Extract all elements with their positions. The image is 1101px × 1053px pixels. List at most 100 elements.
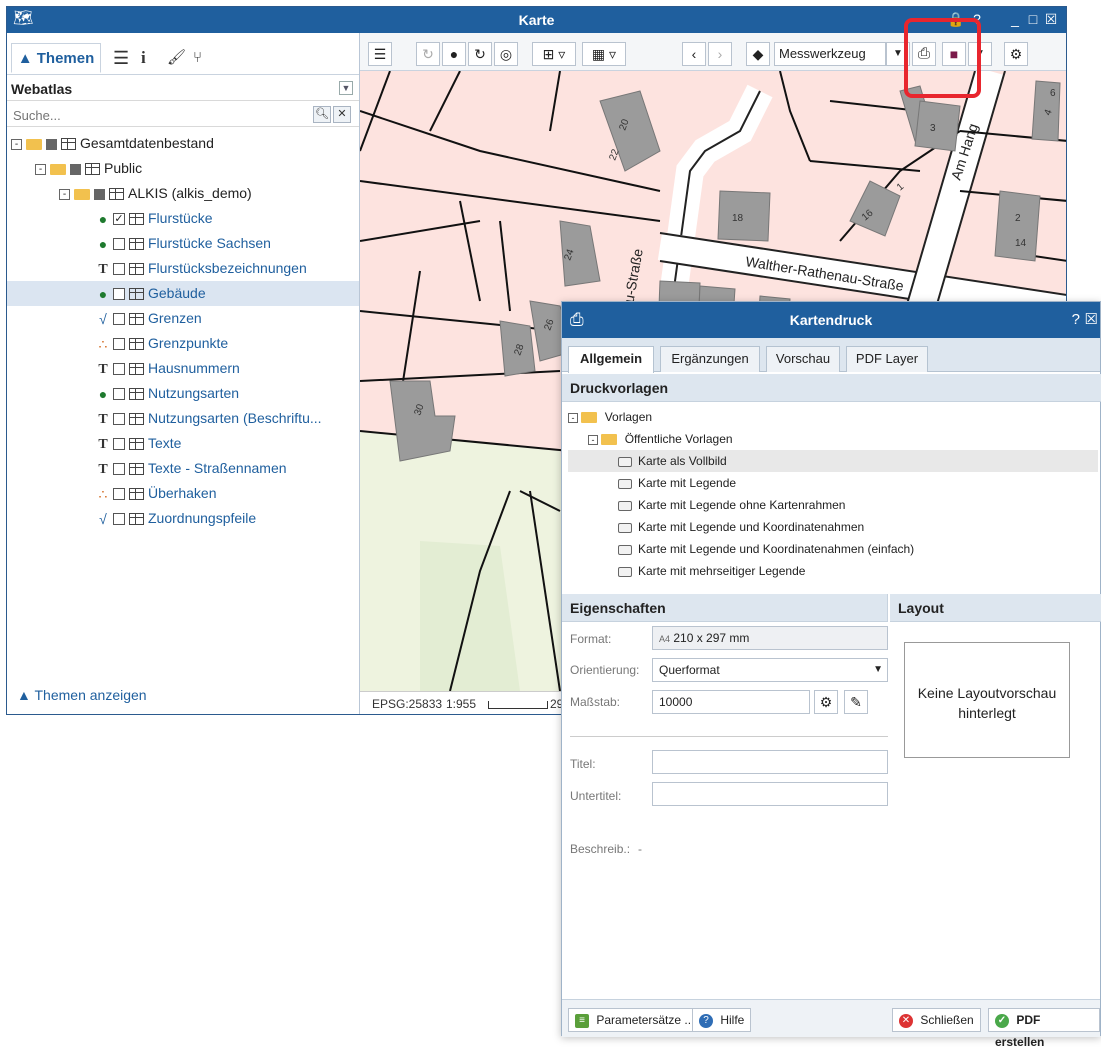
- help-button[interactable]: ? Hilfe: [692, 1008, 752, 1032]
- layer-list-icon[interactable]: ☰: [368, 42, 392, 66]
- dialog-footer: ≡ Parametersätze ... ▼ ? Hilfe ✕ Schließ…: [562, 999, 1100, 1049]
- printer-icon: [618, 544, 632, 555]
- tree-layer[interactable]: ● Nutzungsarten: [7, 381, 359, 406]
- template-item[interactable]: Karte mit Legende und Koordinatenahmen: [568, 516, 1098, 538]
- layout-header: Layout: [890, 594, 1101, 622]
- table-icon: [61, 138, 76, 151]
- collapse-icon[interactable]: -: [59, 188, 70, 200]
- tree-group[interactable]: - ALKIS (alkis_demo): [7, 181, 359, 206]
- close-icon[interactable]: ☒: [1043, 11, 1059, 27]
- template-item[interactable]: Karte als Vollbild: [568, 450, 1098, 472]
- grid-tool-dropdown[interactable]: ▦ ▿: [582, 42, 626, 66]
- pipette-icon[interactable]: ✎: [844, 690, 868, 714]
- tab-themes[interactable]: ▲ Themen: [11, 43, 101, 73]
- settings-icon[interactable]: ⚙: [814, 690, 838, 714]
- collapse-icon[interactable]: -: [11, 138, 22, 150]
- tree-layer[interactable]: T Nutzungsarten (Beschriftu...: [7, 406, 359, 431]
- tree-layer[interactable]: ∴ Grenzpunkte: [7, 331, 359, 356]
- chevron-down-icon[interactable]: ▼: [339, 81, 353, 95]
- layer-checkbox[interactable]: [113, 338, 125, 351]
- locate-icon[interactable]: ◎: [494, 42, 518, 66]
- info-icon[interactable]: i: [141, 43, 146, 73]
- maximize-icon[interactable]: □: [1025, 11, 1041, 27]
- back-icon[interactable]: ‹: [682, 42, 706, 66]
- tree-layer[interactable]: √ Zuordnungspfeile: [7, 506, 359, 531]
- close-icon[interactable]: ☒: [1085, 310, 1098, 328]
- format-field: A4 210 x 297 mm: [652, 626, 888, 650]
- layer-checkbox[interactable]: [113, 238, 125, 251]
- forward-icon: ›: [708, 42, 732, 66]
- tree-label: Public: [104, 160, 143, 176]
- globe-icon[interactable]: ●: [442, 42, 466, 66]
- brush-icon[interactable]: 🖌: [167, 43, 186, 73]
- tree-layer[interactable]: T Hausnummern: [7, 356, 359, 381]
- orientation-label: Orientierung:: [570, 663, 640, 677]
- layer-label: Texte - Straßennamen: [148, 460, 287, 476]
- tree-group[interactable]: - Public: [7, 156, 359, 181]
- tab-ergaenzungen[interactable]: Ergänzungen: [660, 346, 760, 372]
- template-item[interactable]: Karte mit Legende ohne Kartenrahmen: [568, 494, 1098, 516]
- create-pdf-button[interactable]: ✓ PDF erstellen: [988, 1008, 1100, 1049]
- layer-label: Grenzen: [148, 310, 202, 326]
- line-icon: √: [99, 310, 107, 327]
- scale-input[interactable]: 10000: [652, 690, 810, 714]
- subtitle-input[interactable]: [652, 782, 888, 806]
- measure-tool-select[interactable]: Messwerkzeug: [774, 42, 886, 66]
- title-input[interactable]: [652, 750, 888, 774]
- layer-checkbox[interactable]: [113, 288, 125, 301]
- chevron-down-icon: ▼: [873, 664, 883, 675]
- tree-layer[interactable]: √ Grenzen: [7, 306, 359, 331]
- layer-label: Nutzungsarten (Beschriftu...: [148, 410, 322, 426]
- layer-checkbox[interactable]: [113, 313, 125, 326]
- svg-text:2: 2: [1015, 213, 1021, 224]
- tree-layer[interactable]: ∴ Überhaken: [7, 481, 359, 506]
- refresh-icon[interactable]: ↻: [468, 42, 492, 66]
- list-icon[interactable]: ☰: [113, 43, 129, 73]
- layer-checkbox[interactable]: ✓: [113, 213, 125, 226]
- tree-layer[interactable]: ● ✓ Flurstücke: [7, 206, 359, 231]
- tree-layer[interactable]: ● Flurstücke Sachsen: [7, 231, 359, 256]
- search-input[interactable]: [11, 106, 301, 124]
- collapse-icon[interactable]: -: [35, 163, 46, 175]
- table-icon: [129, 438, 144, 451]
- dialog-title-bar[interactable]: ⎙ Kartendruck ? ☒: [562, 302, 1100, 338]
- tab-vorschau[interactable]: Vorschau: [766, 346, 840, 372]
- eraser-icon[interactable]: ◆: [746, 42, 770, 66]
- print-dialog: ⎙ Kartendruck ? ☒ Allgemein Ergänzungen …: [561, 301, 1101, 1049]
- layer-checkbox[interactable]: [113, 363, 125, 376]
- table-icon: [129, 338, 144, 351]
- sub-folder[interactable]: - Öffentliche Vorlagen: [568, 428, 1098, 450]
- tree-group[interactable]: - Gesamtdatenbestand: [7, 131, 359, 156]
- table-icon: [129, 388, 144, 401]
- layer-checkbox[interactable]: [113, 438, 125, 451]
- layer-checkbox[interactable]: [113, 463, 125, 476]
- layer-checkbox[interactable]: [113, 488, 125, 501]
- minimize-icon[interactable]: _: [1007, 11, 1023, 27]
- layer-checkbox[interactable]: [113, 513, 125, 526]
- clear-icon[interactable]: ✕: [333, 106, 351, 123]
- share-icon[interactable]: ⚙: [1004, 42, 1028, 66]
- template-item[interactable]: Karte mit mehrseitiger Legende: [568, 560, 1098, 582]
- tree-layer[interactable]: T Texte - Straßennamen: [7, 456, 359, 481]
- layer-checkbox[interactable]: [113, 413, 125, 426]
- tree-layer[interactable]: T Texte: [7, 431, 359, 456]
- branch-icon[interactable]: ⑂: [193, 43, 202, 73]
- search-icon[interactable]: 🔍︎: [313, 106, 331, 123]
- tree-layer[interactable]: ● Gebäude: [7, 281, 359, 306]
- template-item[interactable]: Karte mit Legende und Koordinatenahmen (…: [568, 538, 1098, 560]
- help-icon[interactable]: ?: [1072, 311, 1080, 328]
- tab-allgemein[interactable]: Allgemein: [568, 346, 654, 373]
- webatlas-selector[interactable]: Webatlas ▼: [7, 77, 359, 101]
- root-folder[interactable]: - Vorlagen: [568, 406, 1098, 428]
- layer-checkbox[interactable]: [113, 263, 125, 276]
- template-tree: - Vorlagen - Öffentliche Vorlagen Karte …: [568, 406, 1098, 582]
- table-icon: [129, 513, 144, 526]
- close-button[interactable]: ✕ Schließen: [892, 1008, 981, 1032]
- orientation-select[interactable]: Querformat ▼: [652, 658, 888, 682]
- layer-checkbox[interactable]: [113, 388, 125, 401]
- select-tool-dropdown[interactable]: ⊞ ▿: [532, 42, 576, 66]
- tree-layer[interactable]: T Flurstücksbezeichnungen: [7, 256, 359, 281]
- template-item[interactable]: Karte mit Legende: [568, 472, 1098, 494]
- show-themes-link[interactable]: ▲ Themen anzeigen: [17, 687, 147, 703]
- tab-pdf-layer[interactable]: PDF Layer: [846, 346, 928, 372]
